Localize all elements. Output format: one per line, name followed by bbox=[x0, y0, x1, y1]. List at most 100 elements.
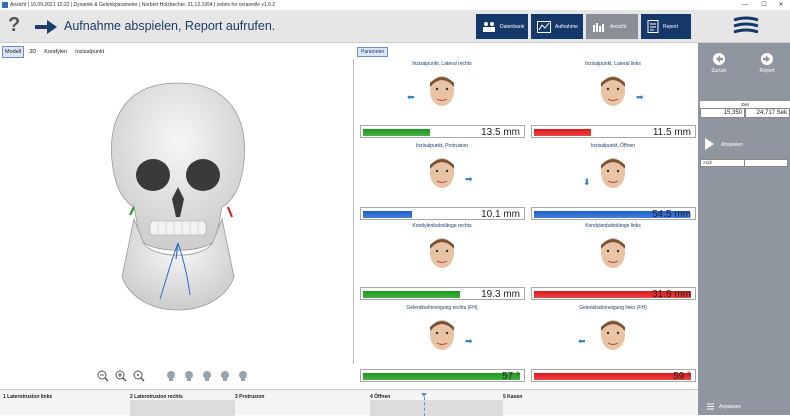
recording-chart-icon bbox=[537, 20, 551, 33]
timeline-segment-label[interactable]: 1 Laterotrusion links bbox=[3, 394, 52, 400]
parameter-title: Gelenkbahnneigung rechts (FH) bbox=[406, 305, 478, 311]
report-button[interactable]: Report bbox=[641, 14, 691, 39]
zoom-out-icon[interactable] bbox=[97, 370, 109, 382]
report-nav-button[interactable]: Report bbox=[753, 53, 781, 74]
tab-3d[interactable]: 3D bbox=[26, 46, 39, 58]
arrow-left-icon bbox=[713, 53, 725, 65]
direction-arrow-right-icon: ➡ bbox=[465, 174, 473, 184]
parameter-title: Inzisalpunkt, Protrusion bbox=[416, 143, 468, 149]
playback-sidepanel bbox=[698, 43, 790, 415]
skull-3d-viewport[interactable] bbox=[0, 59, 354, 364]
help-button[interactable]: ? bbox=[8, 14, 20, 37]
parameter-value: 19.3 mm bbox=[481, 289, 520, 300]
arrow-right-circle-icon bbox=[761, 53, 773, 65]
back-button[interactable]: Zurück bbox=[705, 53, 733, 74]
time-label: Zeit bbox=[700, 101, 790, 108]
tab-kondylen[interactable]: Kondylen bbox=[41, 46, 70, 58]
timeline-segment-label[interactable]: 5 Kauen bbox=[503, 394, 522, 400]
parameter-bar-fill bbox=[363, 129, 430, 136]
parameter-bar: 11.5 mm bbox=[531, 125, 696, 138]
parameter-value: 57 ° bbox=[502, 371, 520, 382]
patient-face-image bbox=[430, 320, 454, 350]
minimize-icon[interactable]: — bbox=[740, 0, 750, 10]
head-view-right-icon[interactable] bbox=[165, 370, 177, 382]
parameter-bar: 57 ° bbox=[360, 369, 525, 382]
anpassen-button[interactable]: Anpassen bbox=[706, 402, 741, 411]
parameter-title: Inzisalpunkt, Lateral links bbox=[585, 61, 641, 67]
patient-face-image bbox=[601, 76, 625, 106]
ansicht-button[interactable]: Ansicht bbox=[586, 14, 638, 39]
direction-arrow-down-icon: ⬇ bbox=[583, 177, 591, 187]
head-view-top-icon[interactable] bbox=[219, 370, 231, 382]
timeline-segment-label[interactable]: 3 Protrusion bbox=[235, 394, 264, 400]
tab-parameter[interactable]: Parameter bbox=[357, 47, 389, 57]
tab-modell[interactable]: Modell bbox=[2, 46, 25, 58]
datenbank-button[interactable]: Datenbank bbox=[476, 14, 528, 39]
patient-face-image bbox=[430, 158, 454, 188]
maximize-icon[interactable]: ☐ bbox=[759, 0, 769, 10]
app-icon bbox=[2, 2, 8, 8]
arrow-right-icon bbox=[35, 20, 57, 34]
recording-timeline[interactable]: 1 Laterotrusion links 2 Laterotrusion re… bbox=[0, 389, 698, 416]
parameter-bar-fill bbox=[363, 373, 520, 380]
instruction-text: Aufnahme abspielen, Report aufrufen. bbox=[64, 19, 276, 33]
zoom-reset-icon[interactable] bbox=[133, 370, 145, 382]
parameter-title: Kondylenbahnlänge rechts bbox=[412, 223, 472, 229]
viewport-toolbar bbox=[97, 370, 249, 382]
parameter-bar: 19.3 mm bbox=[360, 287, 525, 300]
parameter-title: Gelenkbahnneigung links (FH) bbox=[579, 305, 647, 311]
direction-arrow-left-icon: ⬅ bbox=[578, 336, 586, 346]
speed-divider bbox=[744, 160, 745, 166]
parameter-title: Kondylenbahnlänge links bbox=[585, 223, 641, 229]
people-icon bbox=[483, 21, 495, 32]
head-view-back-icon[interactable] bbox=[237, 370, 249, 382]
parameter-value: 11.5 mm bbox=[652, 127, 691, 138]
speed-value: ×1/2 bbox=[703, 160, 712, 165]
playhead-line bbox=[424, 397, 425, 416]
parameter-bar: 31.9 mm bbox=[531, 287, 696, 300]
brand-logo-icon bbox=[733, 16, 759, 34]
zoom-in-icon[interactable] bbox=[115, 370, 127, 382]
time-total-field: 24,717 Sek bbox=[745, 108, 790, 118]
close-icon[interactable]: ✕ bbox=[776, 0, 786, 10]
parameter-bar-fill bbox=[363, 211, 412, 218]
parameter-value: 59 ° bbox=[673, 371, 691, 382]
header-bar: ? Aufnahme abspielen, Report aufrufen. D… bbox=[0, 10, 790, 43]
timeline-segment[interactable] bbox=[370, 400, 503, 416]
view-tabs: Modell 3D Kondylen Inzisalpunkt bbox=[0, 46, 107, 58]
head-view-left-icon[interactable] bbox=[201, 370, 213, 382]
aufnahme-button[interactable]: Aufnahme bbox=[531, 14, 583, 39]
speed-selector[interactable]: ×1/2 bbox=[700, 159, 788, 167]
parameter-bar: 59 ° bbox=[531, 369, 696, 382]
timeline-segment[interactable] bbox=[130, 400, 235, 416]
head-view-front-icon[interactable] bbox=[183, 370, 195, 382]
play-button-label[interactable]: Abspielen bbox=[721, 142, 743, 148]
parameter-bar: 13.5 mm bbox=[360, 125, 525, 138]
patient-face-image bbox=[601, 238, 625, 268]
window-titlebar: Ansicht | 16.09.2021 12:22 | Dynamik & G… bbox=[0, 0, 790, 10]
patient-face-image bbox=[430, 76, 454, 106]
tab-inzisalpunkt[interactable]: Inzisalpunkt bbox=[72, 46, 107, 58]
parameter-bar: 10.1 mm bbox=[360, 207, 525, 220]
window-title: Ansicht | 16.09.2021 12:22 | Dynamik & G… bbox=[10, 2, 276, 8]
patient-face-image bbox=[430, 238, 454, 268]
bar-chart-icon bbox=[593, 22, 604, 32]
parameter-bar-fill bbox=[363, 291, 460, 298]
direction-arrow-right-icon: ➡ bbox=[636, 92, 644, 102]
direction-arrow-left-icon: ⬅ bbox=[407, 92, 415, 102]
skull-model-image bbox=[111, 82, 245, 311]
parameter-value: 54.5 mm bbox=[652, 209, 691, 220]
parameter-value: 10.1 mm bbox=[481, 209, 520, 220]
parameter-value: 31.9 mm bbox=[652, 289, 691, 300]
parameter-bar-fill bbox=[534, 129, 591, 136]
direction-arrow-right-icon: ➡ bbox=[465, 336, 473, 346]
parameter-value: 13.5 mm bbox=[481, 127, 520, 138]
settings-sliders-icon bbox=[707, 403, 714, 410]
parameter-title: Inzisalpunkt, Lateral rechts bbox=[412, 61, 472, 67]
parameter-title: Inzisalpunkt, Öffnen bbox=[590, 143, 636, 149]
parameter-bar-fill bbox=[534, 373, 691, 380]
time-current-field[interactable]: 15,350 bbox=[700, 108, 745, 118]
patient-face-image bbox=[601, 320, 625, 350]
parameter-bar: 54.5 mm bbox=[531, 207, 696, 220]
play-icon[interactable] bbox=[705, 138, 714, 150]
